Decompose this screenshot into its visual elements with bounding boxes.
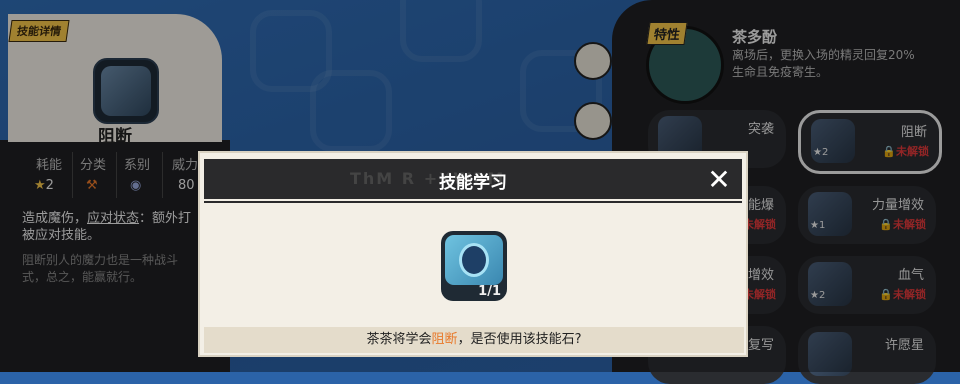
close-icon[interactable]: ✕ <box>706 166 732 194</box>
divider <box>204 201 742 203</box>
dialog-title: 技能学习 <box>439 173 507 193</box>
skill-learn-dialog: ThM R +XWRM 技能学习 ✕ 1/1 茶茶将学会阻断，是否使用该技能石? <box>198 151 748 357</box>
msg-suffix: ，是否使用该技能石? <box>457 332 582 347</box>
skill-stone-item[interactable]: 1/1 <box>441 231 507 301</box>
msg-skill-name: 阻断 <box>431 332 458 347</box>
dialog-message: 茶茶将学会阻断，是否使用该技能石? <box>204 327 744 353</box>
skill-stone-icon <box>445 235 503 285</box>
gem-icon <box>459 243 489 277</box>
dialog-header: ThM R +XWRM 技能学习 ✕ <box>204 159 742 199</box>
msg-prefix: 茶茶将学会 <box>366 332 432 347</box>
stone-count: 1/1 <box>478 284 501 299</box>
